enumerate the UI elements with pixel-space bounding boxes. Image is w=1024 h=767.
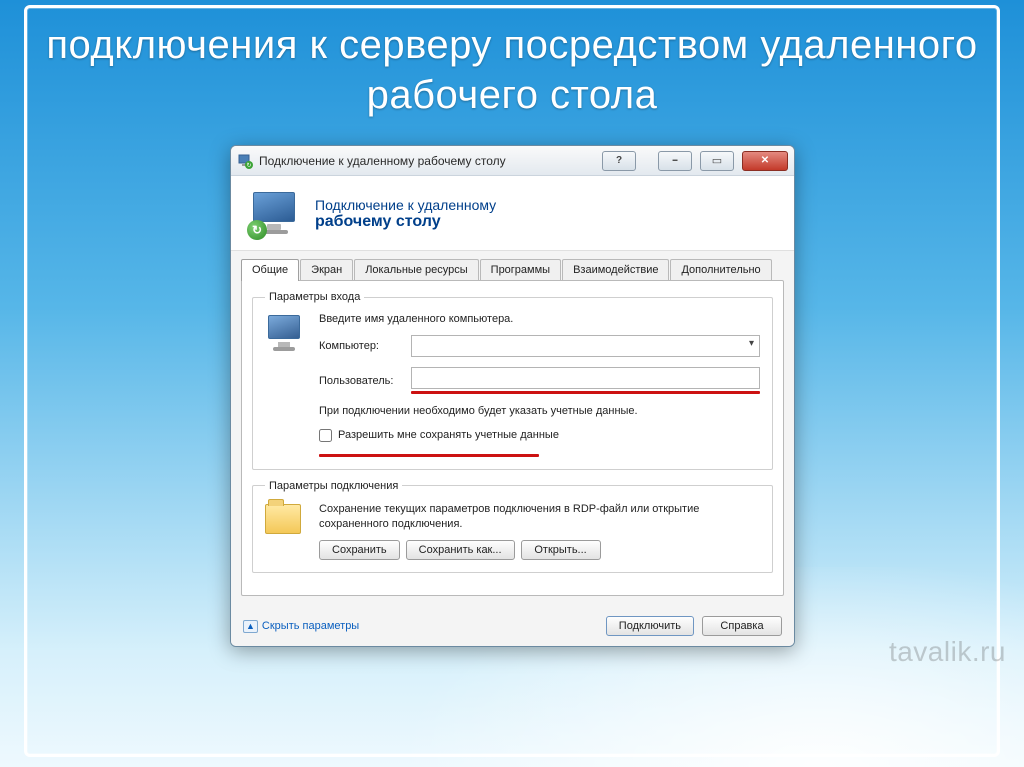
tab-advanced[interactable]: Дополнительно [670, 259, 771, 281]
minimize-button[interactable] [658, 151, 692, 171]
hide-options-link[interactable]: Скрыть параметры [243, 620, 359, 632]
tab-general[interactable]: Общие [241, 259, 299, 281]
username-input[interactable] [411, 367, 760, 389]
tab-programs[interactable]: Программы [480, 259, 561, 281]
login-fieldset: Параметры входа Введите имя удаленного к… [252, 291, 773, 470]
login-note: При подключении необходимо будет указать… [319, 404, 760, 419]
computer-icon [265, 313, 305, 353]
maximize-button[interactable] [700, 151, 734, 171]
tab-panel-general: Параметры входа Введите имя удаленного к… [241, 280, 784, 596]
save-as-button[interactable]: Сохранить как... [406, 540, 515, 560]
help-footer-button[interactable]: Справка [702, 616, 782, 636]
user-label: Пользователь: [319, 375, 403, 387]
tab-strip: Общие Экран Локальные ресурсы Программы … [241, 259, 784, 281]
tab-local-resources[interactable]: Локальные ресурсы [354, 259, 478, 281]
login-legend: Параметры входа [265, 291, 364, 303]
svg-text:↻: ↻ [246, 162, 251, 169]
banner-line2: рабочему столу [315, 213, 496, 231]
computer-combobox[interactable] [411, 335, 760, 357]
connection-fieldset: Параметры подключения Сохранение текущих… [252, 480, 773, 573]
tab-display[interactable]: Экран [300, 259, 353, 281]
watermark-text: tavalik.ru [889, 636, 1006, 668]
connection-description: Сохранение текущих параметров подключени… [319, 502, 760, 532]
folder-icon [265, 504, 301, 534]
close-button[interactable] [742, 151, 788, 171]
rdp-app-icon: ↻ [237, 153, 253, 169]
remember-credentials-checkbox[interactable] [319, 429, 332, 442]
connect-button[interactable]: Подключить [606, 616, 694, 636]
remember-credentials-label: Разрешить мне сохранять учетные данные [338, 429, 559, 441]
computer-label: Компьютер: [319, 340, 403, 352]
banner-line1: Подключение к удаленному [315, 197, 496, 213]
slide-title: подключения к серверу посредством удален… [0, 20, 1024, 120]
highlight-underline-user [411, 391, 760, 394]
dialog-footer: Скрыть параметры Подключить Справка [231, 608, 794, 646]
titlebar[interactable]: ↻ Подключение к удаленному рабочему стол… [231, 146, 794, 176]
window-title: Подключение к удаленному рабочему столу [259, 154, 506, 168]
rdp-banner-icon [249, 190, 301, 238]
hide-options-label: Скрыть параметры [262, 620, 359, 632]
highlight-underline-checkbox [319, 454, 539, 457]
rdp-dialog-window: ↻ Подключение к удаленному рабочему стол… [230, 145, 795, 647]
collapse-caret-icon [243, 620, 258, 632]
login-hint: Введите имя удаленного компьютера. [319, 313, 760, 325]
help-button[interactable] [602, 151, 636, 171]
open-button[interactable]: Открыть... [521, 540, 601, 560]
connection-legend: Параметры подключения [265, 480, 402, 492]
save-button[interactable]: Сохранить [319, 540, 400, 560]
dialog-banner: Подключение к удаленному рабочему столу [231, 176, 794, 251]
tab-experience[interactable]: Взаимодействие [562, 259, 669, 281]
